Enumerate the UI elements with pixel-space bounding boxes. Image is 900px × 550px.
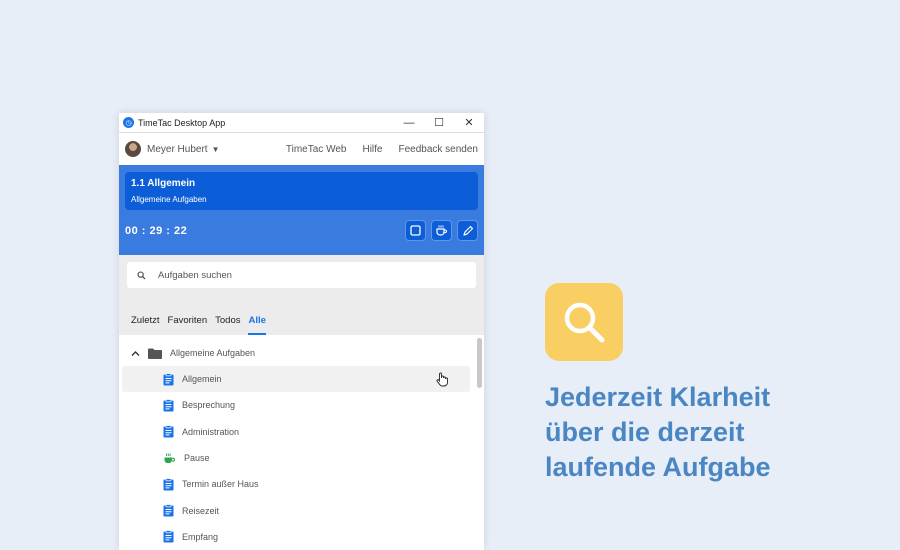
pencil-icon [462,225,473,236]
menu-link-timetac-web[interactable]: TimeTac Web [286,144,347,155]
edit-button[interactable] [457,220,478,241]
tab-zuletzt[interactable]: Zuletzt [131,315,160,335]
scrollbar[interactable] [477,338,482,388]
tab-favoriten[interactable]: Favoriten [168,315,208,335]
tab-todos[interactable]: Todos [215,315,240,335]
current-task-panel: 1.1 Allgemein Allgemeine Aufgaben 00 : 2… [119,165,484,255]
break-button[interactable] [431,220,452,241]
list-item[interactable]: Administration [122,419,470,445]
tab-alle[interactable]: Alle [248,315,266,335]
hand-cursor-icon [436,372,448,389]
list-item[interactable]: Pause [122,445,470,471]
avatar[interactable] [125,141,141,157]
search-icon [137,270,146,280]
user-name[interactable]: Meyer Hubert [147,144,208,155]
clipboard-icon [163,372,174,386]
tab-bar: Zuletzt Favoriten Todos Alle [119,300,484,335]
window-title: TimeTac Desktop App [138,117,226,128]
title-bar: ◷ TimeTac Desktop App — ☐ ✕ [119,113,484,133]
timer-row: 00 : 29 : 22 [125,220,478,241]
list-item-label: Allgemein [182,374,222,385]
stop-icon [410,225,421,236]
promo-search-badge [545,283,623,361]
menu-link-feedback[interactable]: Feedback senden [398,144,478,155]
search-area: Aufgaben suchen [119,255,484,300]
task-list: Allgemeine Aufgaben Allgemein Besprechun… [119,335,484,550]
headline-line: über die derzeit [545,417,745,447]
list-item[interactable]: Allgemein [122,366,470,393]
coffee-icon [436,225,447,236]
list-item-label: Administration [182,426,240,437]
search-input[interactable]: Aufgaben suchen [127,262,476,288]
promo-headline: Jederzeit Klarheit über die derzeit lauf… [545,380,875,485]
stop-button[interactable] [405,220,426,241]
maximize-button[interactable]: ☐ [424,113,454,132]
current-task-box[interactable]: 1.1 Allgemein Allgemeine Aufgaben [125,172,478,210]
headline-line: laufende Aufgabe [545,452,771,482]
menu-links: TimeTac Web Hilfe Feedback senden [286,144,478,155]
minimize-button[interactable]: — [394,113,424,132]
task-group-header[interactable]: Allgemeine Aufgaben [119,340,484,366]
current-task-title: 1.1 Allgemein [131,178,196,189]
list-item-label: Besprechung [182,400,236,411]
current-task-subtitle: Allgemeine Aufgaben [131,195,207,204]
timetac-logo-icon: ◷ [123,117,134,128]
clipboard-icon [163,399,174,412]
clipboard-icon [163,425,174,438]
clipboard-icon [163,504,174,517]
list-item-label: Termin außer Haus [182,479,259,490]
clipboard-icon [163,530,174,543]
list-item-label: Pause [184,453,210,464]
list-item[interactable]: Besprechung [122,392,470,418]
search-placeholder: Aufgaben suchen [158,269,232,281]
list-item[interactable]: Empfang [122,524,470,550]
chevron-down-icon[interactable]: ▼ [212,145,220,154]
close-button[interactable]: ✕ [454,113,484,132]
list-item[interactable]: Reisezeit [122,497,470,523]
timer-display: 00 : 29 : 22 [125,224,188,237]
folder-icon [148,348,162,359]
app-window: ◷ TimeTac Desktop App — ☐ ✕ Meyer Hubert… [119,113,484,550]
coffee-icon [163,452,176,465]
chevron-up-icon[interactable] [131,350,140,357]
headline-line: Jederzeit Klarheit [545,382,771,412]
list-item[interactable]: Termin außer Haus [122,471,470,497]
menu-bar: Meyer Hubert ▼ TimeTac Web Hilfe Feedbac… [119,133,484,165]
magnifier-icon [564,302,605,343]
list-item-label: Empfang [182,531,219,542]
clipboard-icon [163,477,174,491]
window-controls: — ☐ ✕ [394,113,484,132]
list-item-label: Reisezeit [182,505,220,516]
menu-link-hilfe[interactable]: Hilfe [362,144,382,155]
task-group-label: Allgemeine Aufgaben [170,348,256,358]
timer-buttons [405,220,478,241]
